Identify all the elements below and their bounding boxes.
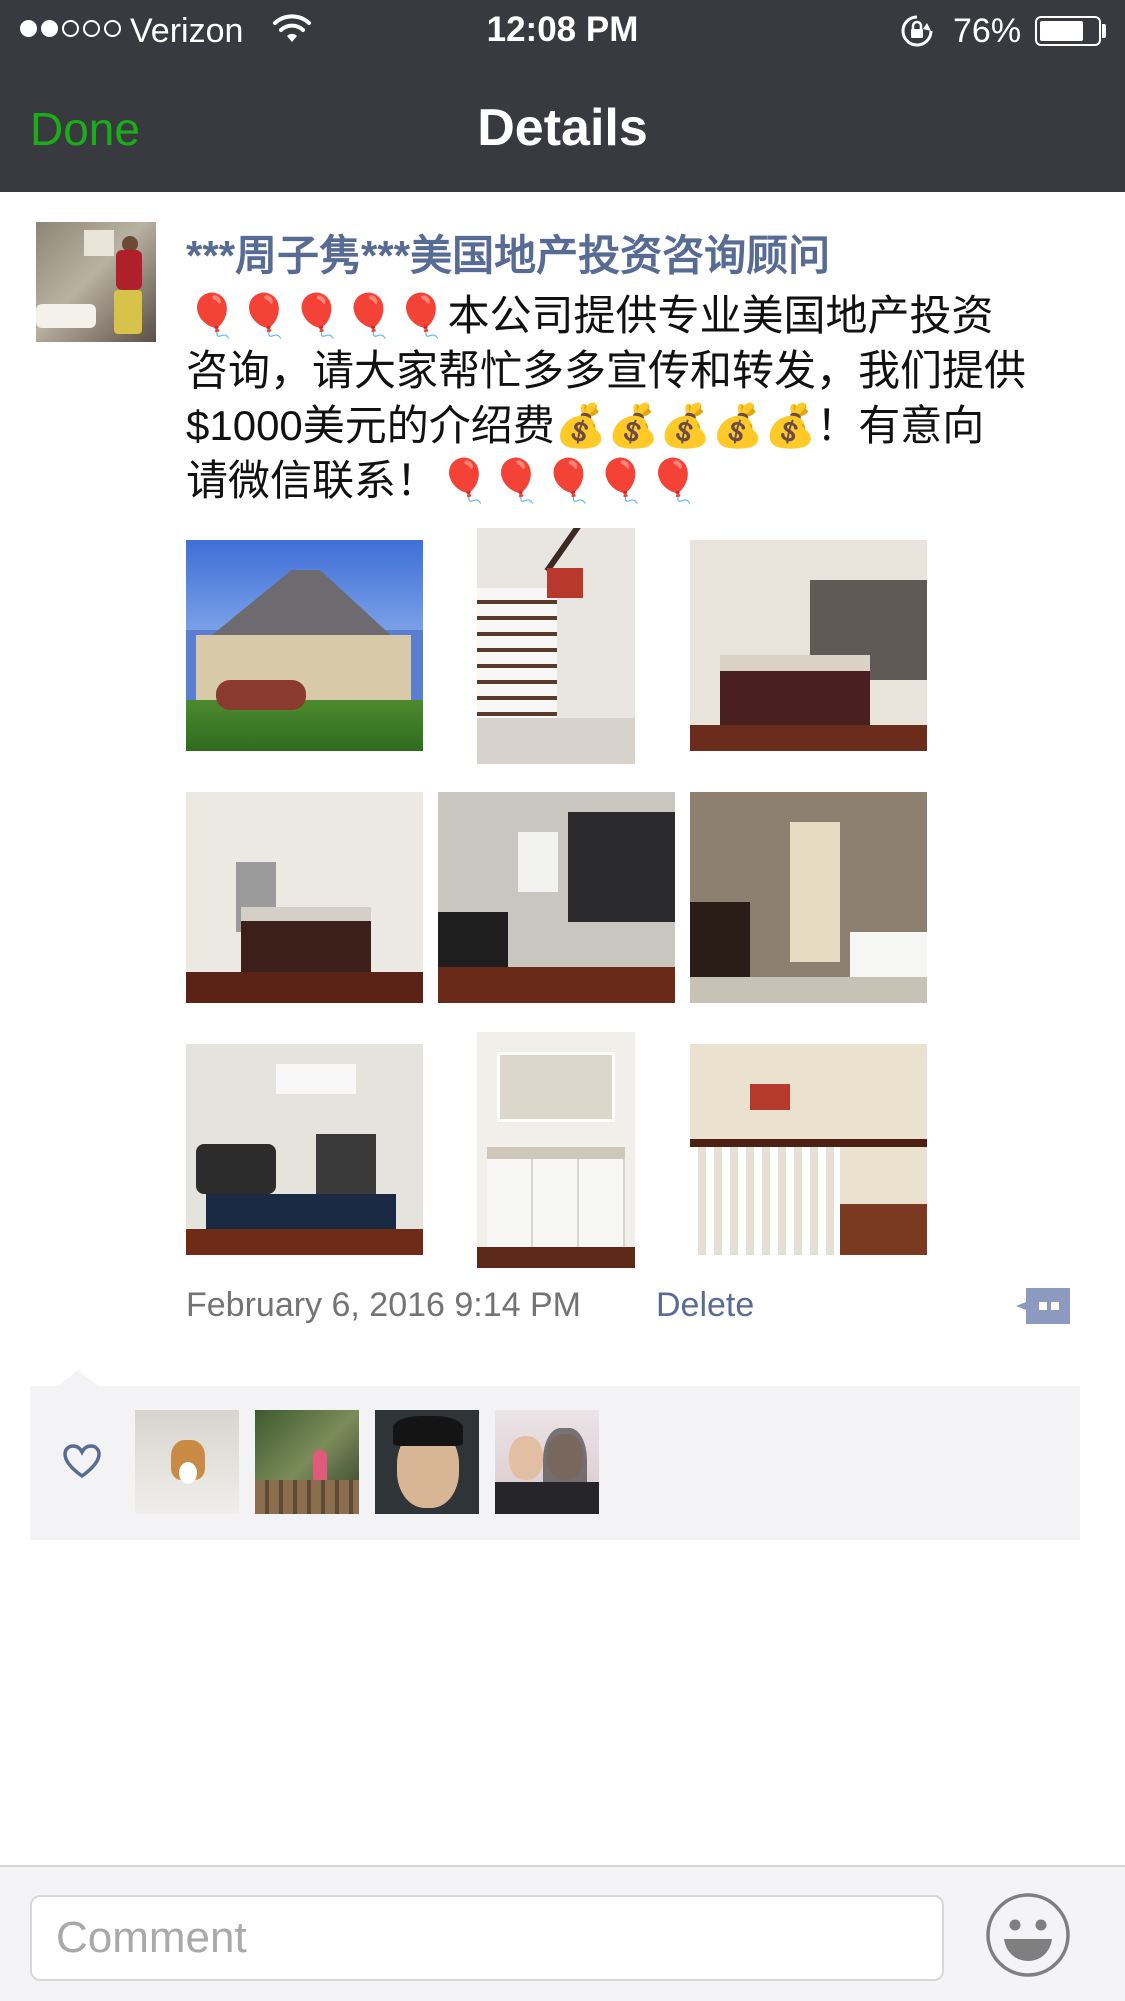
emoji-face-icon[interactable] xyxy=(984,1891,1072,1979)
status-bar: Verizon 12:08 PM 76% xyxy=(0,0,1125,62)
likes-pointer xyxy=(58,1370,98,1386)
photo-shelves xyxy=(568,812,675,922)
avatar-person-pants xyxy=(114,290,142,334)
photo-floor xyxy=(477,1247,635,1268)
photo-bathtub xyxy=(850,932,927,982)
comment-bar xyxy=(0,1865,1125,2001)
photo-house-exterior[interactable] xyxy=(186,540,423,751)
photo-kitchen-island[interactable] xyxy=(186,792,423,1003)
photo-counter xyxy=(487,1147,625,1159)
liker-avatar[interactable] xyxy=(135,1410,239,1514)
author-avatar[interactable] xyxy=(36,222,156,342)
post-text-line: 请微信联系！🎈🎈🎈🎈🎈 xyxy=(186,457,700,504)
photo-drawers xyxy=(487,1159,625,1249)
photo-banister xyxy=(690,1139,927,1147)
delete-button[interactable]: Delete xyxy=(656,1286,754,1325)
post-text: 🎈🎈🎈🎈🎈本公司提供专业美国地产投资 咨询，请大家帮忙多多宣传和转发，我们提供 … xyxy=(186,288,1086,508)
page-title: Details xyxy=(477,99,648,157)
photo-floor xyxy=(690,725,927,751)
post-text-line: 咨询，请大家帮忙多多宣传和转发，我们提供 xyxy=(186,347,1027,394)
photo-floor xyxy=(186,972,423,1003)
photo-floor xyxy=(840,1204,927,1255)
battery-tip xyxy=(1102,24,1106,38)
photo-painting xyxy=(750,1084,790,1110)
photo-mat xyxy=(206,1194,396,1234)
photo-doorway xyxy=(790,822,840,962)
battery-icon xyxy=(1035,16,1101,46)
done-button[interactable]: Done xyxy=(30,102,140,156)
photo-upper-landing[interactable] xyxy=(690,1044,927,1255)
photo-kitchen[interactable] xyxy=(690,540,927,751)
post-text-line: $1000美元的介绍费💰💰💰💰💰！有意向 xyxy=(186,402,985,449)
photo-railing xyxy=(690,1144,840,1255)
post-text-line: 🎈🎈🎈🎈🎈本公司提供专业美国地产投资 xyxy=(186,292,994,339)
comment-input[interactable] xyxy=(30,1895,944,1981)
post-timestamp: February 6, 2016 9:14 PM xyxy=(186,1286,582,1324)
photo-staircase[interactable] xyxy=(477,528,635,764)
liker-avatar-hair xyxy=(393,1416,463,1446)
photo-floor xyxy=(477,718,635,764)
author-name[interactable]: ***周子隽***美国地产投资咨询顾问 xyxy=(186,222,830,283)
avatar-window xyxy=(84,230,114,256)
liker-avatar[interactable] xyxy=(255,1410,359,1514)
avatar-person-shirt xyxy=(116,250,142,290)
photo-sofa xyxy=(438,912,508,972)
photo-bike xyxy=(196,1144,276,1194)
photo-bushes xyxy=(216,680,306,710)
avatar-bathtub xyxy=(36,304,96,328)
photo-floor xyxy=(186,1229,423,1255)
photo-window xyxy=(518,832,558,892)
battery-percent: 76% xyxy=(953,12,1022,50)
liker-avatar-bridge xyxy=(255,1480,359,1514)
navigation-bar: Done Details xyxy=(0,62,1125,192)
liker-avatar[interactable] xyxy=(495,1410,599,1514)
photo-floor xyxy=(690,977,927,1003)
liker-avatar-face xyxy=(509,1436,543,1480)
comment-bubble-icon[interactable] xyxy=(1014,1284,1074,1328)
photo-countertop xyxy=(720,655,870,671)
photo-office[interactable] xyxy=(438,792,675,1003)
top-bar: Verizon 12:08 PM 76% Done Details xyxy=(0,0,1125,192)
photo-grid xyxy=(186,528,928,1268)
liker-avatar-clothes xyxy=(495,1482,599,1514)
battery-level-fill xyxy=(1040,21,1083,41)
rotation-lock-icon xyxy=(901,15,933,47)
photo-glass-cabinets xyxy=(497,1052,615,1122)
likes-section xyxy=(30,1386,1080,1540)
heart-icon xyxy=(63,1444,101,1479)
photo-gym[interactable] xyxy=(186,1044,423,1255)
photo-floor xyxy=(438,967,675,1003)
photo-painting xyxy=(547,568,583,598)
liker-avatar-dog-chest xyxy=(179,1462,197,1484)
photo-skylights xyxy=(276,1064,356,1094)
photo-cabinet-nook[interactable] xyxy=(477,1032,635,1268)
photo-countertop xyxy=(241,907,371,921)
liker-avatar[interactable] xyxy=(375,1410,479,1514)
photo-bathroom[interactable] xyxy=(690,792,927,1003)
photo-rail xyxy=(544,528,596,573)
